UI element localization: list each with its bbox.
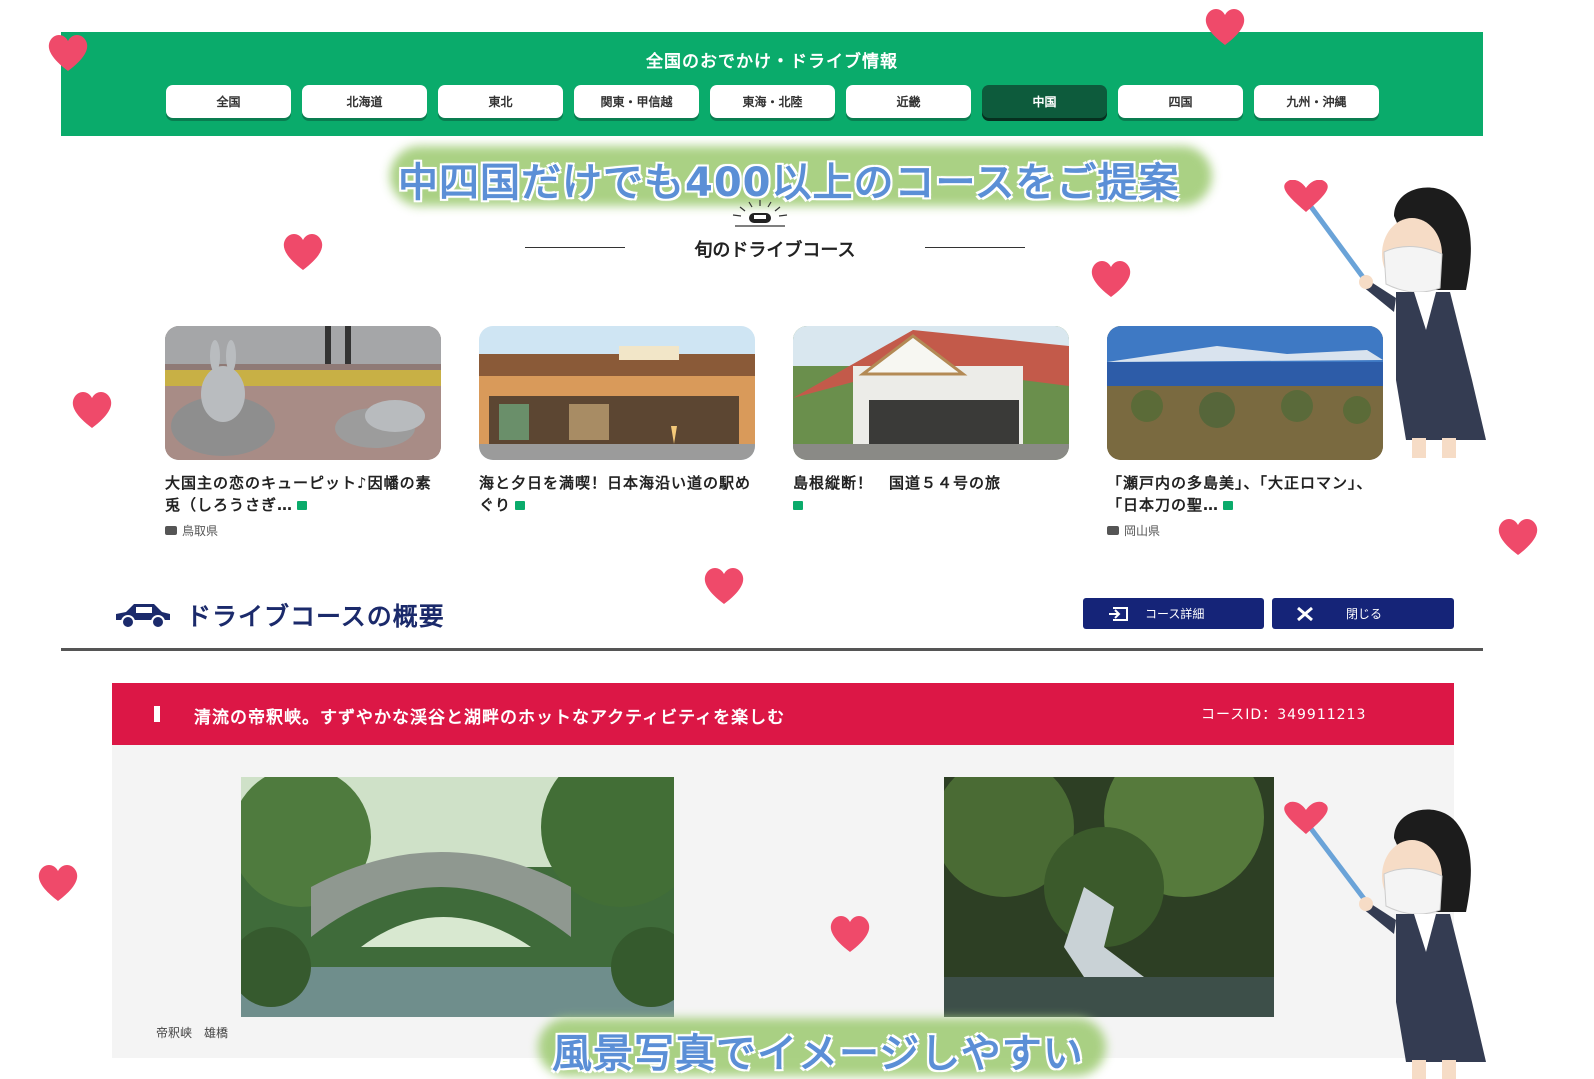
presenter-figure-bottom bbox=[1284, 801, 1486, 1079]
region-tab-shikoku[interactable]: 四国 bbox=[1118, 85, 1243, 118]
region-tab-hokkaido[interactable]: 北海道 bbox=[302, 85, 427, 118]
region-tab-kyushu[interactable]: 九州・沖縄 bbox=[1254, 85, 1379, 118]
region-tab-kanto[interactable]: 関東・甲信越 bbox=[574, 85, 699, 118]
course-card[interactable]: 海と夕日を満喫！日本海沿い道の駅めぐり bbox=[479, 326, 755, 516]
external-link-icon bbox=[297, 501, 308, 510]
overview-divider bbox=[61, 648, 1483, 651]
card-title[interactable]: 島根縦断！ 国道５４号の旅 bbox=[793, 472, 1069, 516]
region-tab-kinki[interactable]: 近畿 bbox=[846, 85, 971, 118]
caption-bottom: 風景写真でイメージしやすい bbox=[552, 1031, 1084, 1077]
heart-icon bbox=[1205, 9, 1245, 45]
comment-icon bbox=[165, 526, 177, 535]
card-photo-michinoeki[interactable] bbox=[793, 326, 1069, 460]
external-link-icon bbox=[515, 501, 526, 510]
heart-icon bbox=[283, 234, 323, 270]
region-tab-tohoku[interactable]: 東北 bbox=[438, 85, 563, 118]
external-link-icon bbox=[1223, 501, 1234, 510]
heading-rule-right bbox=[925, 247, 1025, 248]
card-title[interactable]: 海と夕日を満喫！日本海沿い道の駅めぐり bbox=[479, 472, 755, 516]
presenter-figure-top bbox=[1284, 180, 1486, 458]
card-photo-roadside-station[interactable] bbox=[479, 326, 755, 460]
card-title[interactable]: 大国主の恋のキューピット♪因幡の素兎（しろうさぎ… bbox=[165, 472, 441, 516]
region-tab-nationwide[interactable]: 全国 bbox=[166, 85, 291, 118]
heart-icon bbox=[1498, 519, 1538, 555]
heart-icon bbox=[830, 916, 870, 952]
seasonal-title: 旬のドライブコース bbox=[694, 240, 856, 261]
heart-icon bbox=[704, 568, 744, 604]
course-title: 清流の帝釈峡。すずやかな渓谷と湖畔のホットなアクティビティを楽しむ bbox=[194, 708, 786, 728]
card-location: 鳥取県 bbox=[165, 522, 441, 539]
heart-icon bbox=[72, 392, 112, 428]
course-card[interactable]: 大国主の恋のキューピット♪因幡の素兎（しろうさぎ… 鳥取県 bbox=[165, 326, 441, 539]
heart-icon bbox=[48, 35, 88, 71]
region-tab-chugoku[interactable]: 中国 bbox=[982, 85, 1107, 118]
title-marker bbox=[154, 706, 160, 722]
card-location: 岡山県 bbox=[1107, 522, 1383, 539]
header-title: 全国のおでかけ・ドライブ情報 bbox=[646, 52, 898, 72]
seasonal-heading: 旬のドライブコース bbox=[525, 232, 1025, 262]
photo-caption: 帝釈峡 雄橋 bbox=[156, 1026, 229, 1040]
course-id: コースID：349911213 bbox=[1201, 707, 1367, 723]
card-photo-rabbit[interactable] bbox=[165, 326, 441, 460]
region-header: 全国のおでかけ・ドライブ情報 全国 北海道 東北 関東・甲信越 東海・北陸 近畿… bbox=[61, 32, 1483, 136]
course-card[interactable]: 島根縦断！ 国道５４号の旅 bbox=[793, 326, 1069, 516]
overview-title: ドライブコースの概要 bbox=[186, 602, 445, 631]
overview-heading: ドライブコースの概要 bbox=[112, 597, 445, 633]
car-icon bbox=[116, 604, 170, 629]
comment-icon bbox=[1107, 526, 1119, 535]
close-icon bbox=[1297, 606, 1313, 621]
region-tab-tokai[interactable]: 東海・北陸 bbox=[710, 85, 835, 118]
car-badge-icon bbox=[732, 200, 788, 227]
course-detail-button[interactable]: コース詳細 bbox=[1083, 598, 1264, 629]
heart-icon bbox=[1091, 261, 1131, 297]
course-photo-gorge-bridge[interactable] bbox=[241, 777, 674, 1017]
external-link-icon bbox=[793, 501, 803, 510]
heart-icon bbox=[38, 865, 78, 901]
card-title[interactable]: 「瀬戸内の多島美」、「大正ロマン」、「日本刀の聖… bbox=[1107, 472, 1383, 516]
course-photo-stream[interactable] bbox=[944, 777, 1274, 1017]
close-button[interactable]: 閉じる bbox=[1272, 598, 1454, 629]
enter-icon bbox=[1109, 606, 1128, 621]
